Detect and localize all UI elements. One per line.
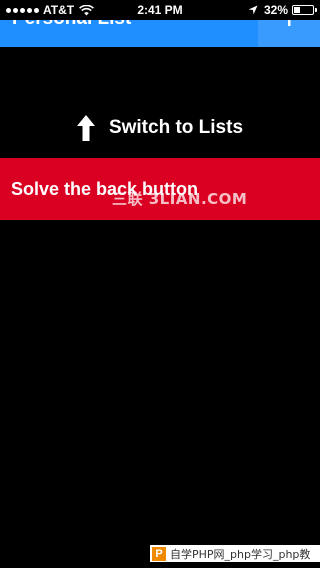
status-right: 32%: [248, 3, 317, 17]
battery-percentage: 32%: [263, 3, 288, 17]
site-watermark-stamp: P 自学PHP网_php学习_php教: [150, 545, 320, 562]
list-title: Personal List: [12, 20, 131, 30]
site-logo-icon: P: [152, 546, 166, 561]
plus-icon: [288, 20, 291, 26]
battery-icon: [292, 5, 317, 15]
list-header: Personal List: [0, 20, 320, 47]
up-arrow-icon: [76, 115, 95, 141]
app-screen: AT&T 2:41 PM 32% Personal List: [0, 0, 320, 568]
add-item-button[interactable]: [258, 20, 320, 47]
location-arrow-icon: [248, 5, 258, 15]
switch-to-lists-label: Switch to Lists: [108, 117, 244, 138]
watermark-text: 三联 3LIAN.COM: [112, 190, 248, 208]
status-bar: AT&T 2:41 PM 32%: [0, 0, 320, 20]
site-stamp-text: 自学PHP网_php学习_php教: [170, 547, 311, 561]
switch-to-lists-hint[interactable]: Switch to Lists: [0, 112, 320, 144]
